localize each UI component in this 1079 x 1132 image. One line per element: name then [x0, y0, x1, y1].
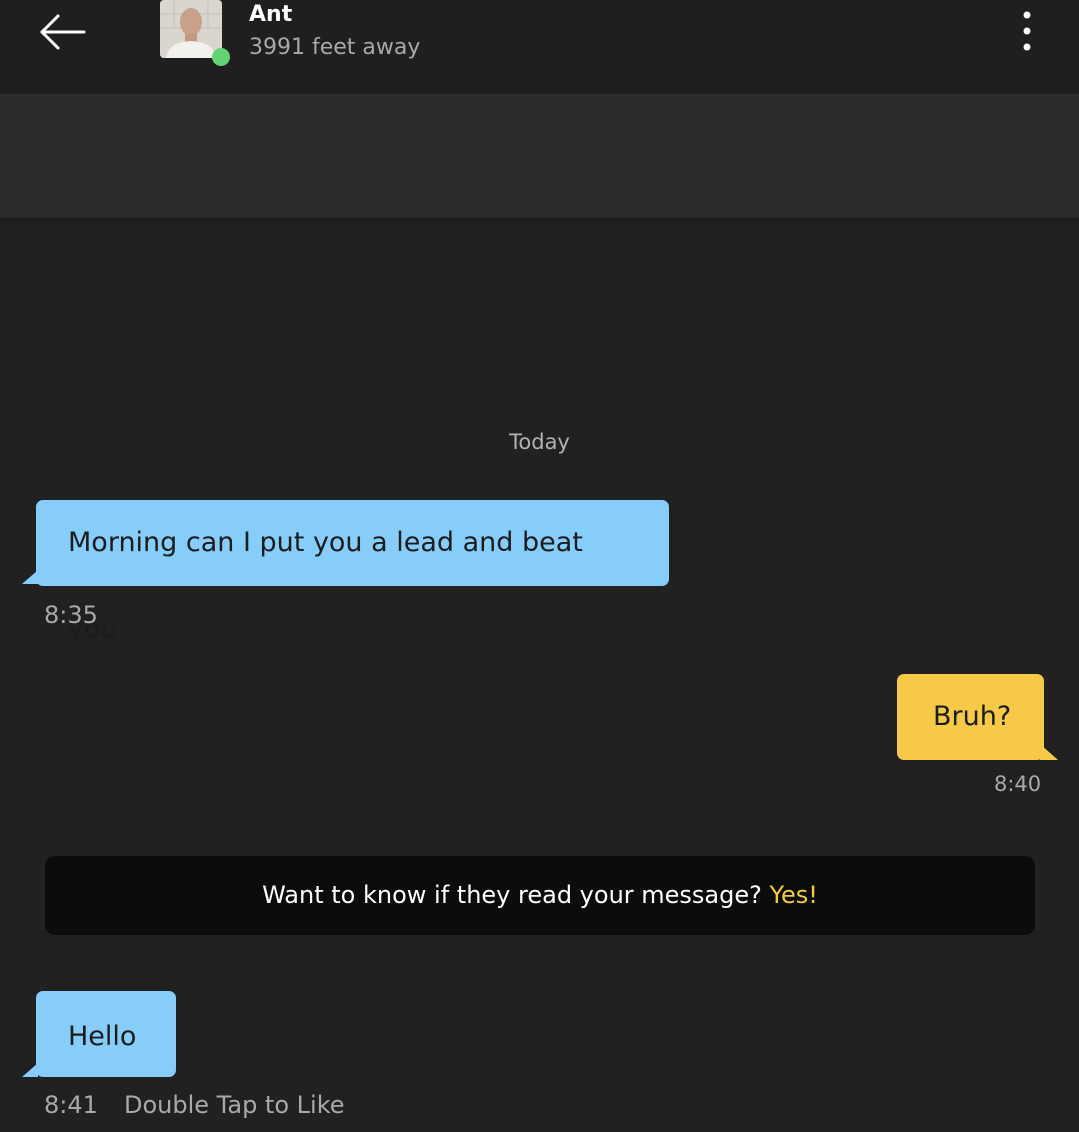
more-vertical-icon	[1023, 11, 1031, 51]
message-time: 8:35	[44, 601, 98, 629]
bubble-tail	[1040, 744, 1058, 760]
online-status-dot	[212, 48, 230, 66]
chat-header: Ant 3991 feet away	[0, 0, 1079, 94]
incoming-message-bubble[interactable]: Morning can I put you a lead and beat yo…	[36, 500, 669, 644]
message-time: 8:41	[44, 1091, 98, 1119]
outgoing-message-bubble[interactable]: Bruh?	[897, 674, 1044, 760]
bubble-tail	[22, 1063, 38, 1077]
more-options-button[interactable]	[1010, 8, 1044, 58]
promo-text: Want to know if they read your message?	[262, 881, 762, 909]
user-name[interactable]: Ant	[249, 2, 292, 27]
incoming-message-bubble[interactable]: Hello	[36, 991, 176, 1077]
double-tap-hint: Double Tap to Like	[124, 1091, 345, 1119]
arrow-left-icon	[40, 14, 86, 50]
message-text: Hello	[68, 1021, 137, 1052]
bubble-tail	[22, 570, 38, 584]
read-receipt-promo[interactable]: Want to know if they read your message? …	[45, 856, 1035, 935]
message-text: Bruh?	[933, 701, 1012, 732]
divider	[0, 218, 1079, 224]
message-text: Morning can I put you a lead and beat yo…	[68, 527, 583, 644]
user-distance: 3991 feet away	[249, 35, 421, 60]
promo-cta-link[interactable]: Yes!	[770, 881, 818, 909]
back-button[interactable]	[36, 10, 92, 54]
message-time: 8:40	[994, 772, 1042, 796]
avatar[interactable]	[160, 0, 232, 68]
day-separator: Today	[509, 430, 570, 454]
ad-banner-area	[0, 94, 1079, 218]
profile-photo	[160, 0, 222, 58]
